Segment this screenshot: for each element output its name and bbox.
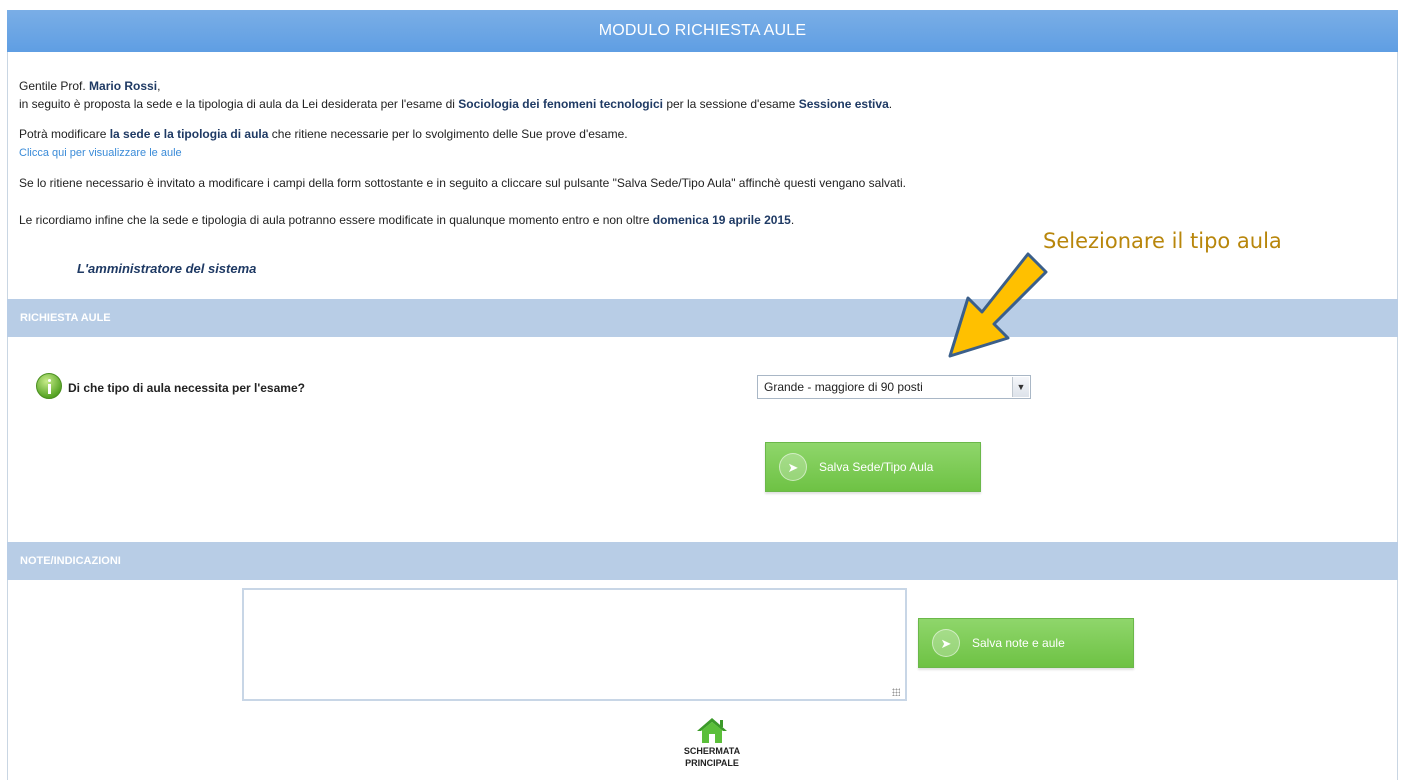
section-header-note-indicazioni: NOTE/INDICAZIONI [7, 542, 1398, 580]
save-notes-button[interactable]: ➤ Salva note e aule [918, 618, 1134, 668]
modify-text: Potrà modificare [19, 127, 107, 141]
info-icon [36, 373, 62, 399]
session-name: Sessione estiva [798, 97, 889, 111]
save-room-type-button[interactable]: ➤ Salva Sede/Tipo Aula [765, 442, 981, 492]
admin-signature: L'amministratore del sistema [77, 261, 257, 276]
modify-text-end: che ritiene necessarie per lo svolgiment… [271, 127, 628, 141]
home-icon [697, 718, 727, 743]
home-label-line2: PRINCIPALE [685, 758, 739, 768]
notes-textarea[interactable] [242, 588, 907, 701]
arrow-right-circle-icon: ➤ [779, 453, 807, 481]
arrow-right-circle-icon: ➤ [932, 629, 960, 657]
home-button[interactable]: SCHERMATA PRINCIPALE [672, 716, 752, 768]
deadline-date: domenica 19 aprile 2015 [652, 213, 791, 227]
deadline-end: . [790, 213, 795, 227]
chevron-down-icon[interactable]: ▼ [1012, 377, 1029, 397]
section-header-richiesta-aule: RICHIESTA AULE [7, 299, 1398, 337]
annotation-text: Selezionare il tipo aula [1043, 229, 1282, 253]
view-rooms-link[interactable]: Clicca qui per visualizzare le aule [19, 147, 182, 159]
modify-line: Potrà modificare la sede e la tipologia … [19, 125, 1379, 143]
greeting-line: Gentile Prof. Mario Rossi, [19, 77, 1379, 95]
page-title: MODULO RICHIESTA AULE [7, 10, 1398, 52]
save-room-type-label: Salva Sede/Tipo Aula [819, 460, 934, 474]
deadline-line: Le ricordiamo infine che la sede e tipol… [19, 211, 1379, 229]
room-type-question: Di che tipo di aula necessita per l'esam… [68, 381, 305, 395]
room-type-select[interactable]: Grande - maggiore di 90 posti ▼ [757, 375, 1031, 399]
professor-name: Mario Rossi [89, 79, 158, 93]
modify-bold-text: la sede e la tipologia di aula [109, 127, 269, 141]
deadline-text: Le ricordiamo infine che la sede e tipol… [19, 213, 650, 227]
room-type-selected-value: Grande - maggiore di 90 posti [764, 380, 923, 394]
view-rooms-row: Clicca qui per visualizzare le aule [19, 143, 1379, 162]
annotation-arrow-icon [948, 252, 1048, 358]
instructions-line: Se lo ritiene necessario è invitato a mo… [19, 176, 907, 190]
course-name: Sociologia dei fenomeni tecnologici [458, 97, 663, 111]
home-label-line1: SCHERMATA [683, 746, 741, 756]
intro-text: Gentile Prof. Mario Rossi, in seguito è … [19, 77, 1379, 229]
session-text: per la sessione d'esame [666, 97, 796, 111]
proposal-text: in seguito è proposta la sede e la tipol… [19, 97, 455, 111]
greeting-prefix: Gentile Prof. [19, 79, 86, 93]
proposal-line: in seguito è proposta la sede e la tipol… [19, 95, 1379, 113]
greeting-suffix: , [157, 79, 161, 93]
save-notes-label: Salva note e aule [972, 636, 1065, 650]
resize-grip-icon[interactable] [892, 688, 900, 696]
proposal-end: . [888, 97, 893, 111]
